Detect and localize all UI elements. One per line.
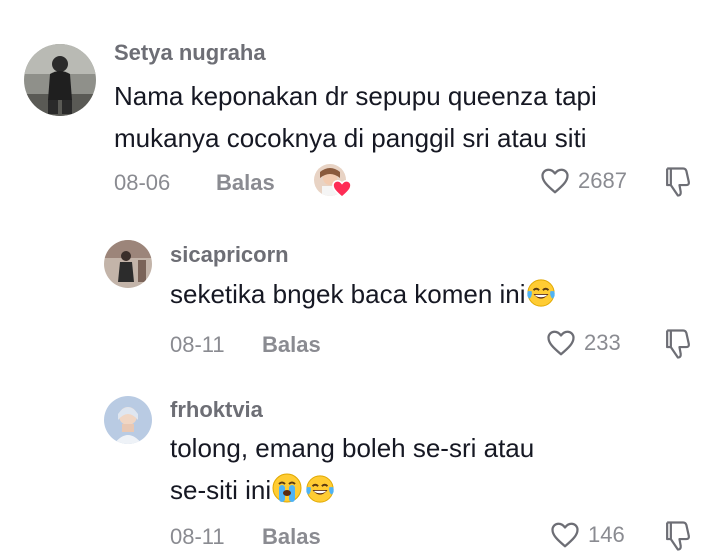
like-button[interactable]: 233 [546,329,621,357]
like-button[interactable]: 2687 [540,167,627,195]
thumbs-down-icon[interactable] [662,166,692,198]
comment-username[interactable]: sicapricorn [170,242,289,268]
comment-text-line: se-siti ini [170,469,534,511]
heart-outline-icon [547,330,575,356]
reply-button[interactable]: Balas [216,170,275,196]
comment-item: Setya nugraha Nama keponakan dr sepupu q… [0,0,720,210]
creator-liked-badge [314,164,352,200]
thumbs-down-icon[interactable] [662,520,692,552]
comment-text-segment: se-siti ini [170,475,272,505]
comment-text: Nama keponakan dr sepupu queenza tapi mu… [114,75,597,159]
comment-username[interactable]: frhoktvia [170,397,263,423]
comment-text-line: mukanya cocoknya di panggil sri atau sit… [114,123,587,153]
comment-text: seketika bngek baca komen ini [170,273,556,315]
face-with-tears-of-joy-icon [306,475,334,503]
thumbs-down-icon[interactable] [662,328,692,360]
comment-date: 08-06 [114,170,171,195]
like-count: 233 [584,330,621,355]
comment-text-line: Nama keponakan dr sepupu queenza tapi [114,81,597,111]
avatar[interactable] [104,396,152,444]
reply-button[interactable]: Balas [262,524,321,550]
like-button[interactable]: 146 [550,521,625,549]
heart-outline-icon [541,168,569,194]
comment-item: sicapricorn seketika bngek baca komen in… [0,210,720,370]
like-count: 146 [588,522,625,547]
comment-date: 08-11 [170,332,225,357]
creator-liked-heart-icon [332,180,352,198]
comment-text-line: seketika bngek baca komen ini [170,279,526,309]
comment-item: frhoktvia tolong, emang boleh se-sri ata… [0,370,720,560]
comment-text: tolong, emang boleh se-sri atau se-siti … [170,427,534,511]
avatar[interactable] [24,44,96,116]
comment-text-line: tolong, emang boleh se-sri atau [170,433,535,463]
heart-outline-icon [551,522,579,548]
comment-date: 08-11 [170,524,225,549]
reply-button[interactable]: Balas [262,332,321,358]
loudly-crying-face-icon [272,473,302,503]
comment-username[interactable]: Setya nugraha [114,40,266,66]
like-count: 2687 [578,168,627,193]
avatar[interactable] [104,240,152,288]
face-with-tears-of-joy-icon [526,279,555,307]
